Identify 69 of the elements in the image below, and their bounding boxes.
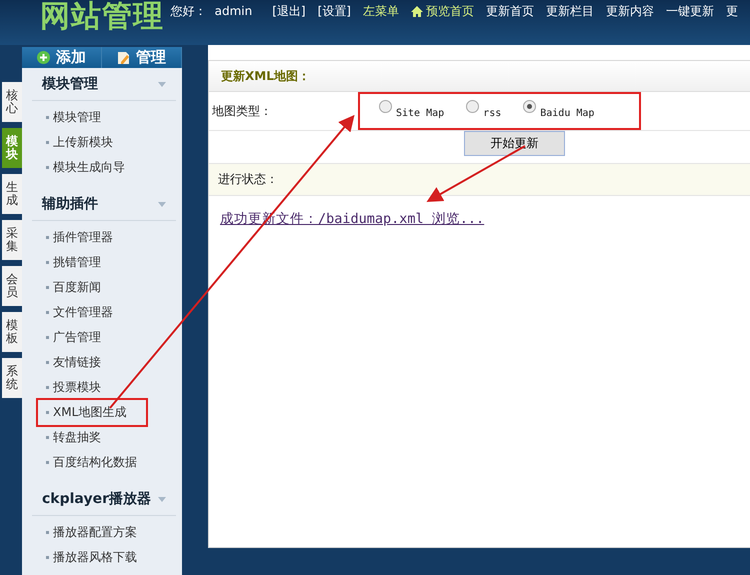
radio-option[interactable]: Site Map	[379, 104, 444, 118]
nav-link[interactable]: 预览首页	[411, 2, 474, 20]
logo: 网站管理	[39, 0, 165, 34]
caret-icon	[158, 496, 166, 502]
radio-icon[interactable]	[379, 100, 392, 112]
plus-icon	[37, 51, 50, 64]
menu-item[interactable]: 播放器配置方案	[38, 520, 146, 545]
home-icon	[411, 6, 423, 16]
side-tab[interactable]: 生成	[2, 174, 22, 214]
add-button[interactable]: 添加	[22, 47, 102, 68]
bullet-icon	[46, 336, 49, 340]
section-header[interactable]: ckplayer播放器	[32, 483, 176, 516]
menu-item[interactable]: 插件管理器	[38, 225, 146, 250]
side-tab[interactable]: 采集	[2, 220, 22, 260]
side-tab[interactable]: 会员	[2, 266, 22, 306]
menu-item[interactable]: 广告管理	[38, 325, 146, 350]
bullet-icon	[46, 436, 49, 440]
menu-item[interactable]: 转盘抽奖	[38, 425, 146, 450]
bullet-icon	[46, 116, 49, 120]
bullet-icon	[46, 411, 49, 414]
menu-item[interactable]: 模块管理	[38, 105, 146, 130]
nav-link[interactable]: [退出]	[272, 2, 306, 20]
bullet-icon	[46, 141, 49, 144]
caret-icon	[158, 202, 166, 206]
radio-icon[interactable]	[466, 100, 480, 112]
username: admin	[214, 4, 252, 18]
caret-icon	[158, 82, 166, 86]
bullet-icon	[46, 386, 49, 390]
menu-item[interactable]: 上传新模块	[38, 130, 146, 155]
nav-link[interactable]: 左菜单	[363, 2, 399, 20]
greeting-text: 您好：	[170, 2, 207, 20]
field-label: 进行状态：	[217, 171, 279, 188]
menu-item[interactable]: 文件管理器	[38, 300, 146, 325]
radio-option[interactable]: Baidu Map	[523, 104, 594, 118]
nav-link[interactable]: 一键更新	[666, 2, 714, 20]
side-tab[interactable]: 核心	[2, 82, 22, 122]
bullet-icon	[46, 286, 49, 290]
bullet-icon	[46, 461, 49, 464]
menu-item[interactable]: 播放器风格下载	[38, 545, 146, 570]
bullet-icon	[46, 531, 49, 534]
bullet-icon	[46, 261, 49, 264]
menu-item[interactable]: 投票模块	[38, 375, 146, 400]
menu-item[interactable]: 百度新闻	[38, 275, 146, 300]
panel-title: 更新XML地图：	[221, 68, 310, 84]
menu-item[interactable]: 百度结构化数据	[38, 450, 146, 475]
section-header[interactable]: 模块管理	[32, 68, 176, 101]
nav-link[interactable]: 更新首页	[486, 2, 534, 20]
field-label: 地图类型：	[211, 102, 273, 120]
section-header[interactable]: 辅助插件	[32, 188, 176, 221]
manage-button[interactable]: 管理	[102, 47, 182, 68]
bullet-icon	[46, 236, 49, 240]
menu-item[interactable]: 友情链接	[38, 350, 146, 375]
radio-option[interactable]: rss	[466, 104, 502, 118]
document-icon	[117, 50, 130, 64]
nav-link[interactable]: 更新栏目	[546, 2, 594, 20]
nav-link[interactable]: 更	[726, 2, 738, 20]
menu-item[interactable]: 模块生成向导	[38, 155, 146, 180]
bullet-icon	[46, 556, 49, 560]
nav-link[interactable]: 更新内容	[606, 2, 654, 20]
bullet-icon	[46, 166, 49, 170]
bullet-icon	[46, 361, 49, 364]
nav-link[interactable]: [设置]	[318, 2, 351, 20]
menu-item[interactable]: XML地图生成	[38, 400, 146, 425]
bullet-icon	[46, 311, 49, 314]
menu-item[interactable]: 挑错管理	[38, 250, 146, 275]
radio-icon[interactable]	[523, 100, 536, 112]
side-tab[interactable]: 模板	[2, 312, 22, 352]
start-update-button[interactable]: 开始更新	[464, 131, 565, 156]
side-tab[interactable]: 系统	[2, 358, 22, 398]
